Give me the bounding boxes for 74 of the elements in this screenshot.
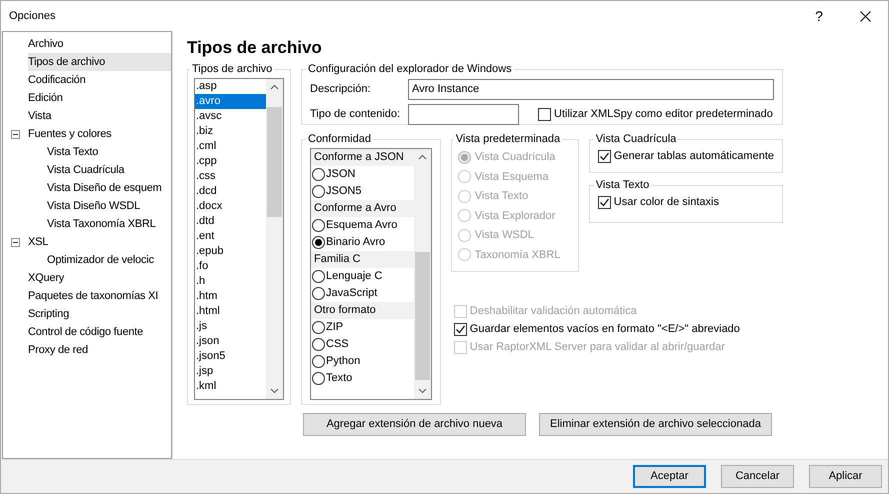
list-item[interactable]: .json: [195, 334, 266, 348]
field-label: Descripción:: [310, 82, 372, 98]
checkbox[interactable]: Generar tablas automáticamente: [598, 148, 774, 166]
checkbox[interactable]: Usar color de sintaxis: [598, 194, 774, 212]
action-button[interactable]: Agregar extensión de archivo nueva: [303, 413, 526, 436]
checkbox[interactable]: Guardar elementos vacíos en formato "<E/>" abreviado: [454, 320, 783, 338]
radio-option[interactable]: JavaScript: [311, 284, 414, 302]
list-item[interactable]: .css: [195, 168, 266, 184]
list-item[interactable]: .dcd: [195, 184, 266, 198]
list-item[interactable]: .fo: [195, 258, 266, 274]
group-title: Configuración del explorador de Windows: [307, 62, 513, 77]
radio-option[interactable]: ZIP: [311, 318, 414, 336]
tree-item[interactable]: Proxy de red: [28, 341, 171, 359]
list-item[interactable]: .ent: [195, 228, 266, 244]
list-item[interactable]: .dtd: [195, 214, 266, 228]
list-item[interactable]: .h: [195, 274, 266, 288]
radio-option[interactable]: Texto: [311, 370, 414, 386]
group-title: Vista predeterminada: [454, 132, 562, 147]
radio-option[interactable]: JSON5: [311, 182, 414, 200]
list-item[interactable]: .epub: [195, 244, 266, 258]
dialog-button[interactable]: Cancelar: [721, 465, 794, 488]
radio-option[interactable]: Esquema Avro: [311, 216, 414, 234]
help-button[interactable]: ?: [796, 1, 842, 31]
tree-item[interactable]: Paquetes de taxonomías XI: [28, 287, 171, 305]
list-item[interactable]: .cpp: [195, 154, 266, 168]
radio-option[interactable]: CSS: [311, 336, 414, 352]
category-header: Familia C: [311, 250, 414, 268]
list-item[interactable]: .json5: [195, 348, 266, 364]
category-header: Conforme a Avro: [311, 200, 414, 216]
list-item[interactable]: .asp: [195, 78, 266, 94]
tree-item[interactable]: XQuery: [28, 269, 171, 287]
list-item[interactable]: .cml: [195, 138, 266, 154]
radio-option[interactable]: Binario Avro: [311, 234, 414, 250]
tree-item[interactable]: Codificación: [28, 71, 171, 89]
group-title: Conformidad: [307, 132, 372, 147]
tree-item[interactable]: Vista Diseño WSDL: [28, 197, 171, 215]
list-item[interactable]: .js: [195, 318, 266, 334]
list-item[interactable]: .kml: [195, 378, 266, 394]
dialog-button[interactable]: Aplicar: [809, 465, 882, 488]
list-item[interactable]: .html: [195, 304, 266, 318]
tree-item[interactable]: Archivo: [28, 35, 171, 53]
tree-item[interactable]: Vista Taxonomía XBRL: [28, 215, 171, 233]
window-title: Opciones: [8, 8, 56, 24]
group-title: Vista Cuadrícula: [594, 132, 678, 147]
tree-item[interactable]: Edición: [28, 89, 171, 107]
field-label: Tipo de contenido:: [310, 107, 402, 122]
tree-item[interactable]: Optimizador de velocic: [28, 251, 171, 269]
list-item[interactable]: .biz: [195, 124, 266, 138]
tree-item[interactable]: Fuentes y colores: [28, 125, 171, 143]
action-button[interactable]: Eliminar extensión de archivo seleccionada: [539, 413, 772, 436]
list-item[interactable]: .avsc: [195, 108, 266, 124]
category-header: Conforme a JSON: [311, 148, 414, 166]
group-title: Tipos de archivo: [191, 62, 274, 77]
tree-item[interactable]: Vista: [28, 107, 171, 125]
list-item[interactable]: .avro: [195, 94, 266, 108]
radio-option[interactable]: JSON: [311, 166, 414, 182]
radio-option[interactable]: Python: [311, 352, 414, 370]
tree-item[interactable]: Vista Texto: [28, 143, 171, 161]
radio-option[interactable]: Lenguaje C: [311, 268, 414, 284]
category-header: Otro formato: [311, 302, 414, 318]
tree-item[interactable]: Vista Cuadrícula: [28, 161, 171, 179]
list-item[interactable]: .jsp: [195, 364, 266, 378]
group-title: Vista Texto: [594, 178, 650, 193]
tree-item[interactable]: Control de código fuente: [28, 323, 171, 341]
tree-item[interactable]: Tipos de archivo: [28, 53, 171, 71]
dialog-button[interactable]: Aceptar: [633, 465, 706, 488]
tree-item[interactable]: Vista Diseño de esquem: [28, 179, 171, 197]
checkbox[interactable]: Utilizar XMLSpy como editor predeterminado: [538, 106, 773, 124]
description-field[interactable]: Avro Instance: [408, 79, 774, 100]
tree-item[interactable]: XSL: [28, 233, 171, 251]
list-item[interactable]: .htm: [195, 288, 266, 304]
page-title: Tipos de archivo: [187, 37, 323, 59]
list-item[interactable]: .docx: [195, 198, 266, 214]
tree-item[interactable]: Scripting: [28, 305, 171, 323]
